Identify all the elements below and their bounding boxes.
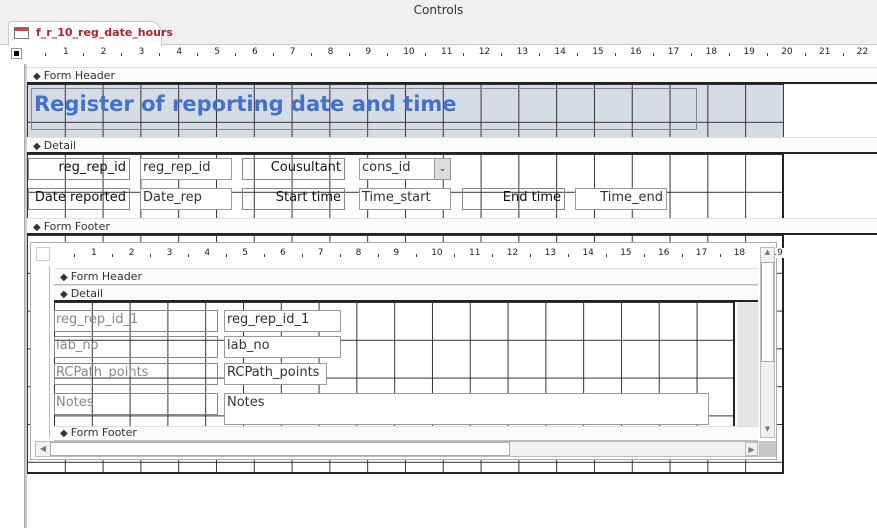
section-label: Form Footer [43, 220, 110, 233]
section-label: Form Header [43, 69, 115, 82]
section-arrow-icon: ◆ [33, 141, 41, 152]
ruler-mark: 6 [279, 248, 287, 258]
ruler-mark: 4 [203, 248, 212, 258]
consultant-combo[interactable]: cons_id ⌄ [359, 158, 451, 180]
subform-field[interactable]: lab_no [224, 336, 341, 358]
ruler-mark: 12 [505, 248, 520, 258]
scroll-corner [760, 441, 776, 457]
subform-section-form-header[interactable]: ◆ Form Header [54, 268, 758, 285]
section-detail[interactable]: ◆ Detail [27, 137, 877, 154]
section-form-header[interactable]: ◆ Form Header [27, 67, 877, 84]
ruler-mark: 5 [213, 47, 221, 57]
ruler-mark: 7 [288, 47, 297, 57]
date-rep-field[interactable]: Date_rep [140, 188, 232, 210]
chevron-down-icon[interactable]: ⌄ [434, 159, 450, 179]
ruler-mark: 8 [326, 47, 335, 57]
reg-rep-id-field[interactable]: reg_rep_id [140, 158, 232, 180]
subform-selector[interactable] [36, 247, 50, 261]
form-selector[interactable] [11, 48, 22, 59]
ruler-mark: 7 [316, 248, 325, 258]
ruler-mark: 11 [440, 47, 454, 57]
subform-field[interactable]: reg_rep_id_1 [224, 310, 341, 332]
ruler-mark: 14 [553, 47, 567, 57]
section-arrow-icon: ◆ [33, 71, 41, 82]
vertical-scroll-thumb[interactable] [761, 262, 774, 362]
section-label: Detail [70, 287, 104, 300]
ruler-mark: 11 [468, 248, 482, 258]
form-title-label[interactable]: Register of reporting date and time [31, 88, 697, 130]
subform-label[interactable]: Notes [54, 393, 218, 415]
ruler-mark: 13 [515, 47, 530, 57]
time-end-field[interactable]: Time_end [575, 188, 667, 210]
horizontal-ruler: 1 2 3 4 5 6 7 8 9 10 11 12 13 14 15 16 17 18 19 20 21 22 [27, 47, 877, 61]
ruler-mark: 6 [251, 47, 259, 57]
consultant-label[interactable]: Cousultant [242, 158, 345, 180]
section-arrow-icon: ◆ [60, 272, 68, 283]
section-arrow-icon: ◆ [60, 289, 68, 300]
section-arrow-icon: ◆ [60, 428, 68, 439]
ruler-mark: 18 [732, 248, 747, 258]
ruler-mark: 14 [581, 248, 595, 258]
vertical-ruler [8, 64, 25, 528]
subform-field[interactable]: Notes [224, 393, 709, 425]
ruler-mark: 2 [99, 47, 108, 57]
subform-label[interactable]: reg_rep_id_1 [54, 310, 218, 332]
ruler-mark: 9 [364, 47, 373, 57]
tab-label: f_r_10_reg_date_hours [36, 26, 173, 39]
ruler-mark: 10 [430, 248, 444, 258]
ruler-mark: 19 [742, 47, 756, 57]
scroll-right-icon[interactable]: ▶ [745, 442, 758, 456]
ruler-mark: 13 [543, 248, 558, 258]
ruler-mark: 16 [629, 47, 643, 57]
subform-vertical-ruler [36, 266, 50, 438]
section-label: Form Header [70, 270, 142, 283]
horizontal-scroll-thumb[interactable] [50, 442, 510, 456]
ruler-mark: 9 [392, 248, 401, 258]
ruler-mark: 15 [591, 47, 605, 57]
ruler-mark: 17 [666, 47, 681, 57]
ruler-mark: 1 [90, 248, 98, 258]
ruler-mark: 20 [780, 47, 794, 57]
ruler-mark: 21 [818, 47, 832, 57]
subform-label[interactable]: RCPath_points [54, 363, 218, 385]
ruler-mark: 2 [127, 248, 136, 258]
subform-section-detail[interactable]: ◆ Detail [54, 285, 758, 302]
consultant-value: cons_id [362, 160, 411, 175]
ruler-mark: 12 [477, 47, 492, 57]
tab-form-design[interactable]: f_r_10_reg_date_hours [8, 21, 173, 46]
section-label: Form Footer [70, 426, 137, 439]
subform-ruler: 1 2 3 4 5 6 7 8 9 10 11 12 13 14 15 16 17 18 19 [56, 248, 784, 262]
ruler-mark: 17 [694, 248, 709, 258]
ruler-mark: 16 [657, 248, 671, 258]
ruler-mark: 22 [855, 47, 870, 57]
end-time-label[interactable]: End time [462, 188, 565, 210]
section-arrow-icon: ◆ [33, 222, 41, 233]
ruler-mark: 18 [704, 47, 719, 57]
subform-label[interactable]: lab_no [54, 336, 218, 358]
start-time-label[interactable]: Start time [242, 188, 345, 210]
date-reported-label[interactable]: Date reported [28, 188, 130, 210]
scroll-down-icon[interactable]: ▼ [761, 425, 774, 438]
ruler-mark: 4 [175, 47, 184, 57]
subform-field[interactable]: RCPath_points [224, 363, 327, 385]
ruler-mark: 1 [62, 47, 70, 57]
section-label: Detail [43, 139, 77, 152]
section-form-footer[interactable]: ◆ Form Footer [27, 218, 877, 235]
window-title: Controls [0, 0, 877, 20]
subform-section-form-footer[interactable]: ◆ Form Footer [54, 426, 758, 441]
reg-rep-id-label[interactable]: reg_rep_id [28, 158, 130, 180]
ruler-mark: 3 [165, 248, 174, 258]
ruler-mark: 3 [137, 47, 146, 57]
ruler-mark: 15 [619, 248, 633, 258]
form-icon [14, 27, 29, 39]
ruler-mark: 8 [354, 248, 363, 258]
scroll-up-icon[interactable]: ▲ [761, 248, 774, 261]
ruler-mark: 5 [241, 248, 249, 258]
scroll-left-icon[interactable]: ◀ [37, 442, 49, 456]
ruler-mark: 10 [402, 47, 416, 57]
time-start-field[interactable]: Time_start [359, 188, 451, 210]
